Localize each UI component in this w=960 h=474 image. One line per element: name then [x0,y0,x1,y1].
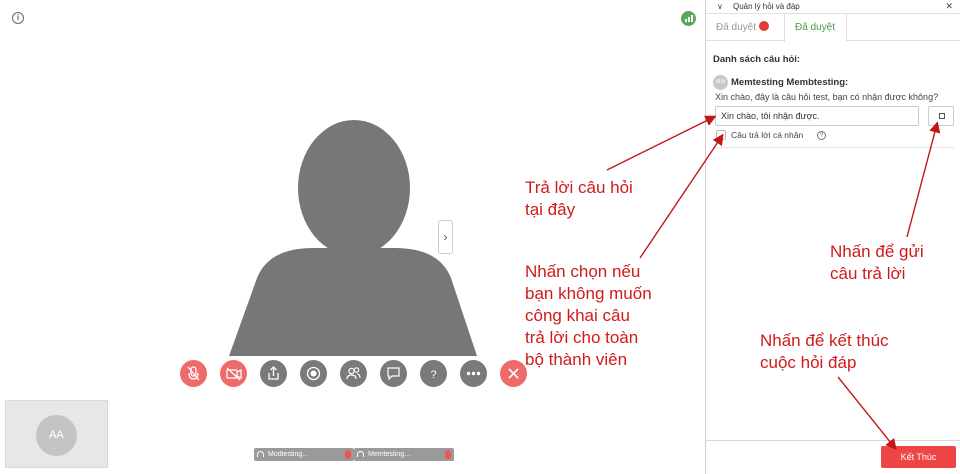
tab-approved[interactable]: Đã duyệt [784,14,847,42]
camera-toggle-button[interactable] [220,360,247,387]
help-icon[interactable]: ? [817,131,826,140]
annotation-send-hint: Nhấn để gửi câu trả lời [830,242,924,283]
qa-panel: ∨ Quản lý hỏi và đáp ✕ Đã duyệt Đã duyệt… [705,0,960,474]
headphone-icon [357,451,364,457]
collapse-chevron-icon[interactable]: ∨ [717,2,723,11]
participant-tag[interactable]: Modtesting... [254,448,354,461]
private-answer-checkbox[interactable] [716,130,726,140]
qa-tabs: Đã duyệt Đã duyệt [706,14,960,42]
annotation-private-hint: Nhấn chọn nếu bạn không muốn công khai c… [525,262,652,369]
camera-off-icon [226,367,242,381]
help-button[interactable]: ? [420,360,447,387]
mic-muted-icon [345,450,351,459]
record-icon [306,366,321,381]
send-icon [939,113,945,119]
more-options-button[interactable] [460,360,487,387]
help-icon: ? [430,369,436,381]
send-answer-button[interactable] [928,106,954,126]
annotation-answer-here: Trả lời câu hỏi tại đây [525,178,633,219]
mic-off-icon [187,366,200,381]
question-list-title: Danh sách câu hỏi: [713,54,801,65]
chat-icon [387,367,400,381]
video-stage: i › ? AA Modtesting... Memtesting... [0,0,705,474]
participant-name: Modtesting... [268,451,309,458]
divider [706,440,960,441]
question-author: Memtesting Membtesting: [731,77,849,88]
tab-label: Đã duyệt [716,22,757,33]
svg-text:?: ? [430,369,436,381]
divider [713,147,954,148]
mic-muted-icon [445,450,451,459]
leave-call-icon [508,368,519,379]
question-text: Xin chào, đây là câu hỏi test, bạn có nh… [715,92,939,102]
annotation-end-hint: Nhấn để kết thúc cuộc hỏi đáp [760,331,889,372]
end-qa-button[interactable]: Kết Thúc [881,446,956,468]
question-author-avatar: MM [713,75,728,90]
participant-name: Memtesting... [368,451,411,458]
network-signal-icon [681,11,696,26]
participant-tag[interactable]: Memtesting... [354,448,454,461]
participants-button[interactable] [340,360,367,387]
mic-toggle-button[interactable] [180,360,207,387]
tab-pending[interactable]: Đã duyệt [706,14,783,41]
more-icon [466,371,481,376]
share-screen-button[interactable] [260,360,287,387]
panel-header: ∨ Quản lý hỏi và đáp ✕ [706,0,960,14]
record-button[interactable] [300,360,327,387]
private-answer-label: Câu trả lời cá nhân [731,130,804,140]
participants-icon [346,367,361,380]
share-screen-icon [268,366,279,380]
tab-label: Đã duyệt [795,22,836,33]
notification-badge [759,21,770,31]
expand-panel-button[interactable]: › [438,220,453,254]
close-icon[interactable]: ✕ [945,1,953,12]
panel-title: Quản lý hỏi và đáp [733,2,800,11]
chat-button[interactable] [380,360,407,387]
info-icon[interactable]: i [12,12,24,24]
leave-call-button[interactable] [500,360,527,387]
answer-input[interactable] [715,106,919,126]
self-video-tile[interactable]: AA [5,400,108,468]
headphone-icon [257,451,264,457]
self-avatar: AA [36,415,77,456]
